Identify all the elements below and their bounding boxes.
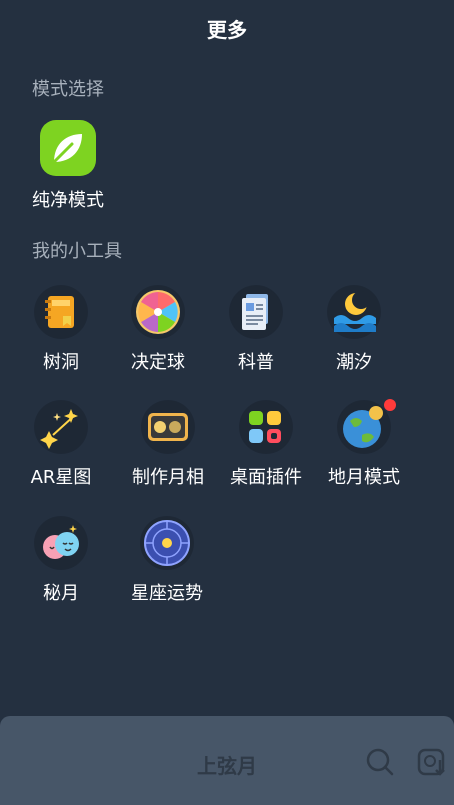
- tool-decision-ball[interactable]: 决定球: [108, 286, 208, 374]
- tool-label: 制作月相: [132, 467, 204, 488]
- document-icon: [230, 286, 282, 338]
- tool-ar-star-map[interactable]: AR星图: [11, 401, 111, 489]
- leaf-icon: [40, 120, 96, 176]
- tide-icon: [328, 286, 380, 338]
- tool-horoscope[interactable]: 星座运势: [117, 517, 217, 605]
- earth-moon-icon: [338, 399, 396, 453]
- pure-mode-tile[interactable]: 纯净模式: [28, 120, 108, 212]
- mode-section-label: 模式选择: [32, 79, 104, 100]
- tool-secret-moon[interactable]: 秘月: [11, 517, 111, 605]
- tool-label: 秘月: [43, 583, 79, 604]
- tool-desktop-widget[interactable]: 桌面插件: [216, 401, 316, 489]
- tool-tide[interactable]: 潮汐: [304, 286, 404, 374]
- moon-phase-card-icon: [142, 401, 194, 453]
- zodiac-wheel-icon: [141, 517, 193, 569]
- tool-science[interactable]: 科普: [206, 286, 306, 374]
- widget-icon: [240, 401, 292, 453]
- tool-label: 科普: [238, 352, 274, 373]
- tool-label: 潮汐: [336, 352, 372, 373]
- tools-section-label: 我的小工具: [32, 241, 122, 262]
- page-title: 更多: [207, 18, 247, 42]
- search-icon[interactable]: [364, 746, 396, 778]
- tool-tree-hole[interactable]: 树洞: [11, 286, 111, 374]
- tool-earth-moon-mode[interactable]: 地月模式: [314, 399, 414, 489]
- bottom-bar: 上弦月: [0, 716, 454, 805]
- tool-label: AR星图: [30, 467, 92, 488]
- twin-faces-icon: [35, 517, 87, 569]
- tool-label: 星座运势: [131, 583, 203, 604]
- notebook-icon: [35, 286, 87, 338]
- pure-mode-label: 纯净模式: [32, 190, 104, 211]
- notification-badge: [384, 399, 396, 411]
- spinner-wheel-icon: [132, 286, 184, 338]
- sparkles-icon: [35, 401, 87, 453]
- tool-label: 地月模式: [328, 467, 400, 488]
- tool-label: 树洞: [43, 352, 79, 373]
- share-image-icon[interactable]: [416, 746, 448, 778]
- tool-make-moon-phase[interactable]: 制作月相: [118, 401, 218, 489]
- tool-label: 决定球: [131, 352, 185, 373]
- tool-label: 桌面插件: [230, 467, 302, 488]
